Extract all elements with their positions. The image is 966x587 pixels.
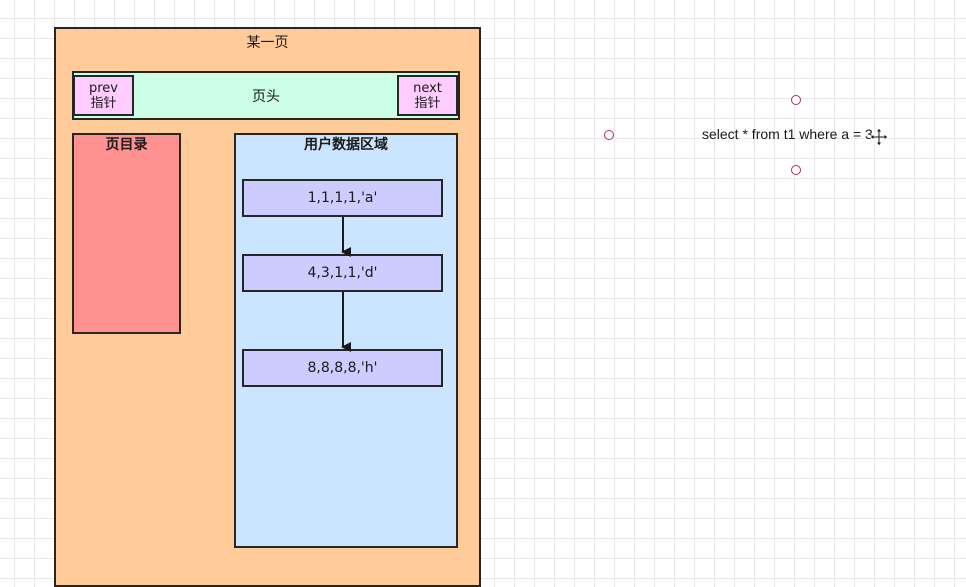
record-links xyxy=(341,217,351,352)
move-cursor-icon xyxy=(869,127,889,147)
query-text-label[interactable]: select * from t1 where a = 3 xyxy=(702,126,873,142)
resize-handle-top[interactable] xyxy=(791,95,801,105)
resize-handle-bottom[interactable] xyxy=(791,165,801,175)
resize-handle-left[interactable] xyxy=(604,130,614,140)
